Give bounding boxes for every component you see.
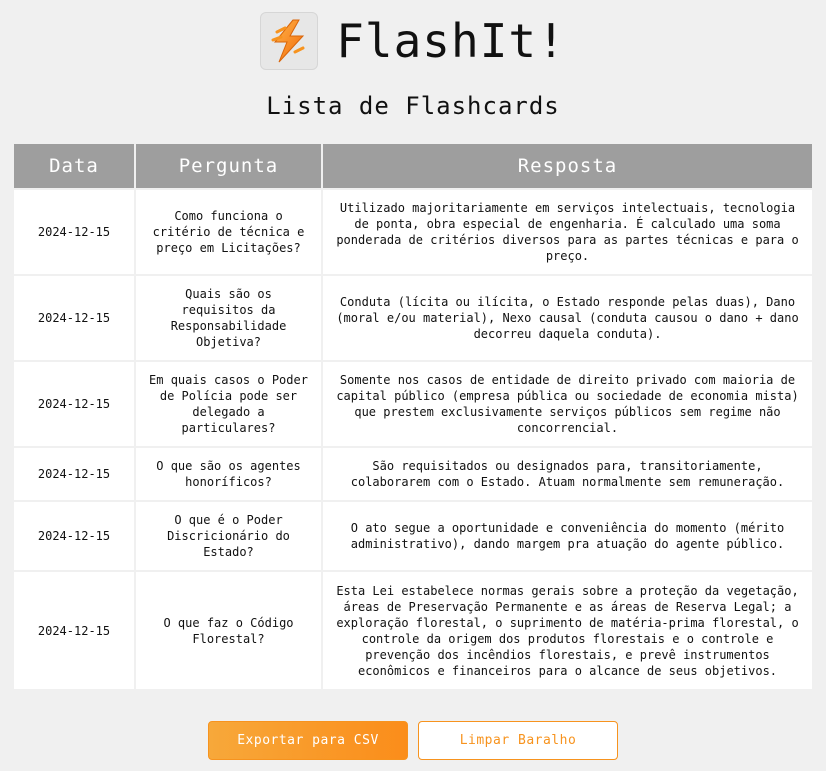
table-row: 2024-12-15 O que são os agentes honorífi… xyxy=(14,446,812,502)
cell-question: Como funciona o critério de técnica e pr… xyxy=(134,188,323,276)
app-title: FlashIt! xyxy=(336,14,566,68)
cell-answer: Esta Lei estabelece normas gerais sobre … xyxy=(321,570,812,689)
cell-date: 2024-12-15 xyxy=(14,360,136,448)
cell-date: 2024-12-15 xyxy=(14,500,136,572)
cell-date: 2024-12-15 xyxy=(14,446,136,502)
logo xyxy=(260,12,319,70)
cell-date: 2024-12-15 xyxy=(14,274,136,362)
column-header-question: Pergunta xyxy=(134,144,323,190)
actions-bar: Exportar para CSV Limpar Baralho xyxy=(0,721,826,760)
cell-question: O que é o Poder Discricionário do Estado… xyxy=(134,500,323,572)
table-header-row: Data Pergunta Resposta xyxy=(14,144,812,190)
lightning-bolt-icon xyxy=(271,19,305,63)
table-row: 2024-12-15 Como funciona o critério de t… xyxy=(14,188,812,276)
clear-deck-button[interactable]: Limpar Baralho xyxy=(418,721,618,760)
app-header: FlashIt! xyxy=(0,10,826,72)
page-title: Lista de Flashcards xyxy=(266,92,560,120)
table-row: 2024-12-15 Em quais casos o Poder de Pol… xyxy=(14,360,812,448)
cell-answer: Somente nos casos de entidade de direito… xyxy=(321,360,812,448)
cell-answer: Utilizado majoritariamente em serviços i… xyxy=(321,188,812,276)
column-header-answer: Resposta xyxy=(321,144,812,190)
column-header-date: Data xyxy=(14,144,136,190)
cell-question: Em quais casos o Poder de Polícia pode s… xyxy=(134,360,323,448)
table-row: 2024-12-15 O que é o Poder Discricionári… xyxy=(14,500,812,572)
cell-date: 2024-12-15 xyxy=(14,570,136,689)
cell-answer: Conduta (lícita ou ilícita, o Estado res… xyxy=(321,274,812,362)
export-csv-button[interactable]: Exportar para CSV xyxy=(208,721,408,760)
table-row: 2024-12-15 Quais são os requisitos da Re… xyxy=(14,274,812,362)
cell-answer: O ato segue a oportunidade e conveniênci… xyxy=(321,500,812,572)
cell-answer: São requisitados ou designados para, tra… xyxy=(321,446,812,502)
table-row: 2024-12-15 O que faz o Código Florestal?… xyxy=(14,570,812,689)
cell-question: O que faz o Código Florestal? xyxy=(134,570,323,689)
cell-question: O que são os agentes honoríficos? xyxy=(134,446,323,502)
flashcards-table: Data Pergunta Resposta 2024-12-15 Como f… xyxy=(14,144,812,689)
cell-date: 2024-12-15 xyxy=(14,188,136,276)
cell-question: Quais são os requisitos da Responsabilid… xyxy=(134,274,323,362)
